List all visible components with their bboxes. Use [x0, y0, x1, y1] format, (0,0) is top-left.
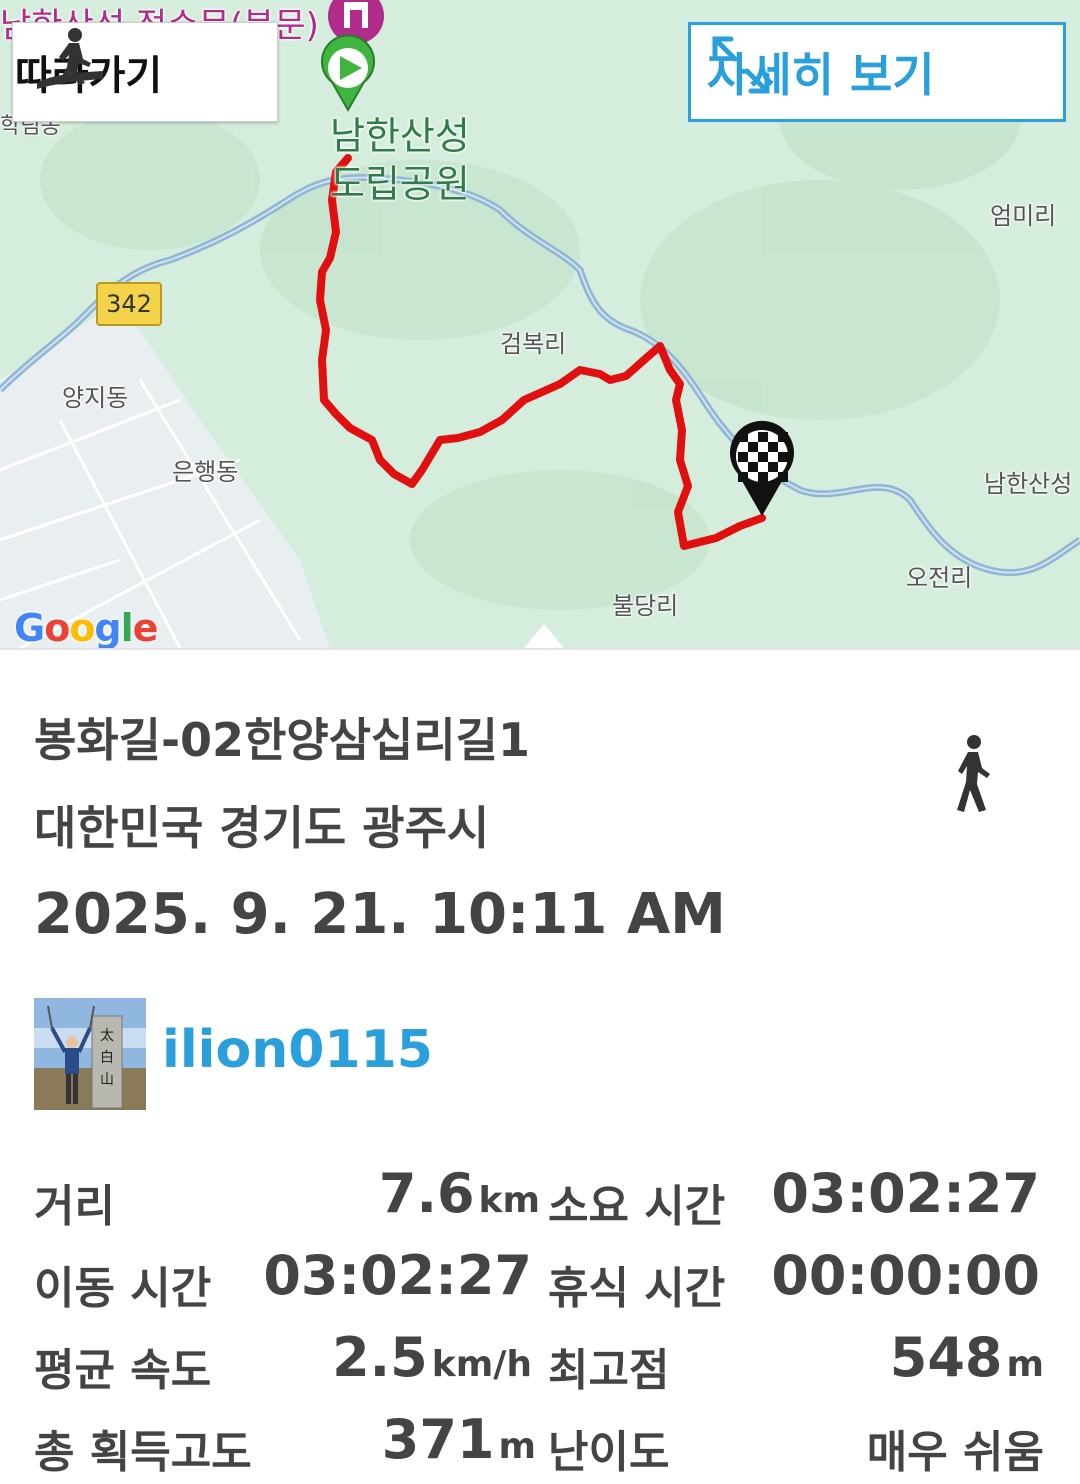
- route-map[interactable]: 남한산성 접수문(북문) 학림동 남한산성 도립공원 엄미리 검복리 양지동 은…: [0, 0, 1080, 648]
- elevation-gain-value: 371: [381, 1408, 495, 1471]
- hiker-follow-icon: [37, 28, 103, 89]
- duration-value: 03:02:27: [771, 1162, 1040, 1225]
- view-details-button[interactable]: 자세히 보기: [688, 22, 1066, 122]
- svg-text:太: 太: [100, 1028, 114, 1044]
- google-logo: Google: [14, 606, 158, 648]
- avg-speed-label: 평균 속도: [34, 1345, 212, 1396]
- finish-flag-marker-icon: [729, 420, 794, 516]
- moving-time-label: 이동 시간: [34, 1263, 212, 1314]
- moving-time-value: 03:02:27: [263, 1244, 532, 1307]
- namhansan-right-label: 남한산성: [984, 470, 1073, 498]
- svg-text:山: 山: [100, 1072, 114, 1088]
- distance-value: 7.6: [378, 1162, 475, 1225]
- geombok-label: 검복리: [500, 330, 567, 358]
- start-marker-icon: [321, 34, 375, 113]
- distance-value-group: 7.6 km: [379, 1162, 540, 1225]
- eunhaeng-label: 은행동: [172, 458, 239, 486]
- yangji-label: 양지동: [62, 384, 129, 412]
- eommi-label: 엄미리: [990, 202, 1057, 230]
- park-label-line1: 남한산성: [330, 114, 470, 158]
- rest-time-value: 00:00:00: [771, 1244, 1040, 1307]
- urban-area: [0, 300, 330, 648]
- max-altitude-label: 최고점: [548, 1345, 670, 1396]
- username-link[interactable]: ilion0115: [162, 1020, 433, 1080]
- follow-button[interactable]: 따라가기: [12, 22, 278, 122]
- route-342-shield: 342: [96, 282, 162, 326]
- ojeon-label: 오전리: [906, 564, 973, 592]
- elevation-gain-label: 총 획득고도: [34, 1427, 252, 1478]
- max-altitude-value-group: 548 m: [890, 1326, 1044, 1389]
- avg-speed-value-group: 2.5 km/h: [332, 1326, 532, 1389]
- avatar-photo: 太 白 山: [34, 998, 146, 1110]
- duration-label: 소요 시간: [548, 1181, 726, 1232]
- trail-info-panel: 봉화길-02한양삼십리길1 대한민국 경기도 광주시 2025. 9. 21. …: [0, 648, 1080, 1484]
- user-avatar[interactable]: 太 白 山: [34, 998, 146, 1110]
- distance-unit: km: [478, 1180, 540, 1221]
- trail-datetime: 2025. 9. 21. 10:11 AM: [34, 882, 726, 947]
- distance-label: 거리: [34, 1181, 115, 1232]
- rest-time-label: 휴식 시간: [548, 1263, 726, 1314]
- elevation-gain-value-group: 371 m: [382, 1408, 536, 1471]
- difficulty-value: 매우 쉬움: [866, 1427, 1044, 1478]
- trail-title: 봉화길-02한양삼십리길1: [34, 713, 530, 767]
- svg-text:白: 白: [100, 1050, 114, 1066]
- max-altitude-unit: m: [1006, 1344, 1044, 1385]
- avg-speed-unit: km/h: [431, 1344, 532, 1385]
- difficulty-label: 난이도: [548, 1427, 670, 1478]
- walking-person-icon: [957, 735, 990, 812]
- buldang-label: 불당리: [612, 592, 679, 620]
- max-altitude-value: 548: [889, 1326, 1003, 1389]
- map-pointer-notch: [524, 624, 564, 648]
- elevation-gain-unit: m: [498, 1426, 536, 1467]
- trail-location: 대한민국 경기도 광주시: [34, 801, 490, 855]
- avg-speed-value: 2.5: [332, 1326, 428, 1389]
- expand-arrows-icon: [712, 36, 770, 94]
- park-label-line2: 도립공원: [330, 162, 470, 206]
